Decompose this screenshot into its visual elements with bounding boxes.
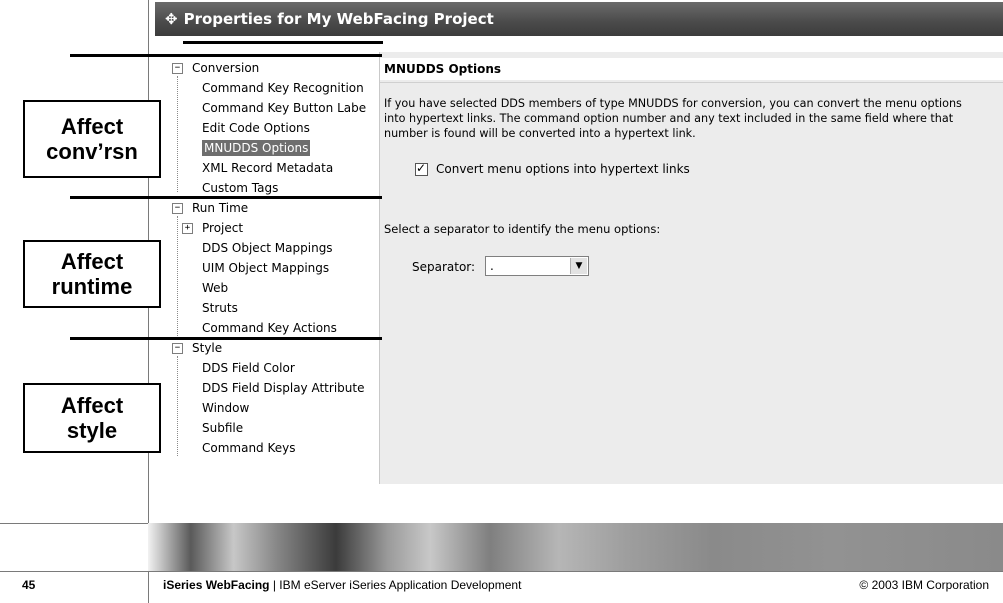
- tree-item-uim-object-mappings[interactable]: UIM Object Mappings: [202, 258, 329, 278]
- title-underline: [183, 41, 383, 44]
- tree-item-label: Web: [202, 281, 229, 295]
- tree-item-project[interactable]: + Project: [182, 218, 243, 238]
- tree-item-custom-tags[interactable]: Custom Tags: [202, 178, 278, 198]
- content-header: MNUDDS Options: [380, 58, 1003, 80]
- callout-line: Affect: [60, 114, 124, 139]
- separator-dropdown[interactable]: . ▼: [485, 256, 589, 276]
- tree-item-label: Edit Code Options: [202, 121, 310, 135]
- tree-item-dds-field-color[interactable]: DDS Field Color: [202, 358, 295, 378]
- tree-item-dds-field-display-attribute[interactable]: DDS Field Display Attribute: [202, 378, 364, 398]
- collapse-icon[interactable]: −: [172, 203, 183, 214]
- tree-item-label: Command Keys: [202, 441, 296, 455]
- tree-item-mnudds-options[interactable]: MNUDDS Options: [202, 138, 311, 158]
- callout-affect-style: Affect style: [23, 383, 161, 453]
- tree-group-conversion[interactable]: − Conversion: [158, 58, 259, 78]
- tree-item-label: Struts: [202, 301, 238, 315]
- collapse-icon[interactable]: −: [172, 63, 183, 74]
- callout-affect-runtime: Affect runtime: [23, 240, 161, 308]
- footer-text: iSeries WebFacing | IBM eServer iSeries …: [163, 578, 521, 592]
- callout-affect-conversion: Affect conv’rsn: [23, 100, 161, 178]
- tree-item-command-key-actions[interactable]: Command Key Actions: [202, 318, 337, 338]
- tree-item-command-keys[interactable]: Command Keys: [202, 438, 296, 458]
- tree-line: [177, 356, 178, 456]
- description-text: If you have selected DDS members of type…: [384, 97, 962, 140]
- tree-item-web[interactable]: Web: [202, 278, 228, 298]
- callout-line: Affect: [60, 393, 124, 418]
- tree-item-label: DDS Object Mappings: [202, 241, 333, 255]
- checkmark-icon: ✓: [416, 160, 427, 175]
- footer-separator: [148, 571, 149, 603]
- tree-item-command-key-recognition[interactable]: Command Key Recognition: [202, 78, 364, 98]
- tree-item-label: MNUDDS Options: [202, 140, 311, 156]
- slide-number: 45: [22, 578, 36, 592]
- header-separator: [380, 82, 1003, 83]
- tree-group-label: Conversion: [192, 61, 260, 75]
- tree-item-label: Window: [202, 401, 250, 415]
- dialog-title: Properties for My WebFacing Project: [183, 10, 494, 28]
- footer-photo-strip: [148, 523, 1003, 571]
- tree-item-label: Project: [202, 221, 244, 235]
- footer-rule: [0, 571, 1003, 572]
- tree-line: [177, 216, 178, 336]
- tree-item-label: DDS Field Display Attribute: [202, 381, 365, 395]
- footer-product: iSeries WebFacing: [163, 578, 270, 592]
- tree-item-xml-record-metadata[interactable]: XML Record Metadata: [202, 158, 333, 178]
- checkbox-label: Convert menu options into hypertext link…: [436, 162, 690, 176]
- annotation-line-runtime: [70, 196, 382, 199]
- callout-line: Affect: [60, 249, 124, 274]
- tree-item-label: Command Key Recognition: [202, 81, 364, 95]
- separator-prompt: Select a separator to identify the menu …: [384, 222, 661, 236]
- tree-group-style[interactable]: − Style: [158, 338, 222, 358]
- expand-icon[interactable]: +: [182, 223, 193, 234]
- callout-line: style: [66, 418, 118, 443]
- tree-item-label: Subfile: [202, 421, 244, 435]
- tree-item-label: DDS Field Color: [202, 361, 295, 375]
- tree-item-label: Custom Tags: [202, 181, 279, 195]
- footer-rule-left: [0, 523, 148, 524]
- tree-group-run-time[interactable]: − Run Time: [158, 198, 248, 218]
- checkbox-box[interactable]: ✓: [415, 160, 428, 176]
- copyright: © 2003 IBM Corporation: [859, 578, 989, 592]
- properties-icon: ✥: [165, 10, 178, 28]
- tree-item-window[interactable]: Window: [202, 398, 249, 418]
- tree-item-subfile[interactable]: Subfile: [202, 418, 243, 438]
- tree-item-label: XML Record Metadata: [202, 161, 334, 175]
- tree-item-edit-code-options[interactable]: Edit Code Options: [202, 118, 310, 138]
- tree-item-label: Command Key Button Labe: [202, 101, 367, 115]
- dialog-title-bar: ✥ Properties for My WebFacing Project: [155, 2, 1003, 36]
- footer-subtitle: IBM eServer iSeries Application Developm…: [279, 578, 522, 592]
- convert-menu-options-checkbox[interactable]: ✓ Convert menu options into hypertext li…: [415, 160, 690, 176]
- collapse-icon[interactable]: −: [172, 343, 183, 354]
- property-tree: − Conversion Command Key Recognition Com…: [155, 52, 380, 484]
- tree-group-label: Style: [192, 341, 223, 355]
- tree-item-dds-object-mappings[interactable]: DDS Object Mappings: [202, 238, 333, 258]
- callout-line: runtime: [51, 274, 133, 299]
- tree-item-command-key-button-labels[interactable]: Command Key Button Labe: [202, 98, 366, 118]
- tree-line: [177, 76, 178, 192]
- tree-group-label: Run Time: [192, 201, 249, 215]
- callout-line: conv’rsn: [46, 139, 138, 164]
- separator-label: Separator:: [412, 260, 476, 274]
- chevron-down-icon[interactable]: ▼: [570, 258, 587, 274]
- tree-item-label: Command Key Actions: [202, 321, 337, 335]
- tree-item-struts[interactable]: Struts: [202, 298, 238, 318]
- annotation-line-style: [70, 337, 382, 340]
- annotation-line-conversion: [70, 54, 382, 57]
- tree-item-label: UIM Object Mappings: [202, 261, 330, 275]
- separator-value: .: [490, 259, 494, 273]
